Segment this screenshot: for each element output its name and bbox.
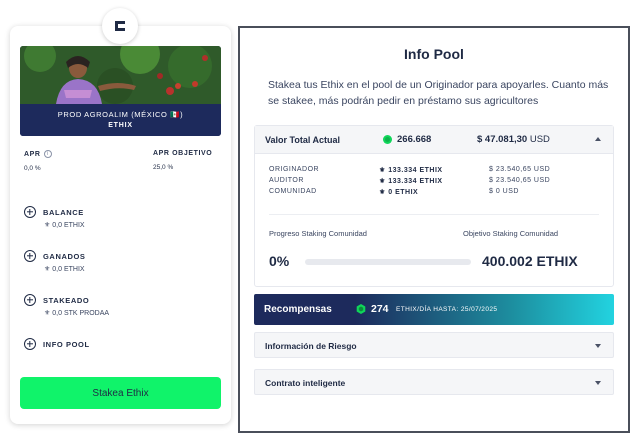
breakdown-ethix: 133.334 ETHIX [388, 167, 443, 174]
apr-section: APR i 0,0 % APR OBJETIVO 25,0 % [24, 150, 218, 172]
breakdown-role: ORIGINADOR [269, 166, 320, 173]
risk-info-accordion[interactable]: Información de Riesgo [254, 332, 614, 358]
balance-stat[interactable]: BALANCE ⚜ 0,0 ETHIX [24, 206, 214, 229]
apr-label: APR [24, 150, 41, 158]
originator-banner[interactable]: PROD AGROALIM (MÉXICO 🇲🇽) ETHIX [20, 46, 221, 136]
chevron-down-icon[interactable] [595, 381, 601, 385]
ethix-coin-icon: ⚜ [44, 310, 51, 317]
chevron-up-icon[interactable] [595, 137, 601, 141]
breakdown-ethix: 133.334 ETHIX [388, 178, 443, 185]
breakdown-usd: $ 23.540,65 USD [489, 177, 551, 184]
breakdown-usd: $ 0 USD [489, 188, 519, 195]
info-pool-panel: Info Pool Stakea tus Ethix en el pool de… [238, 26, 630, 433]
rewards-unit: ETHIX/DÍA HASTA: 25/07/2025 [396, 306, 498, 313]
ethix-coin-icon: ⚜ [379, 189, 389, 196]
info-icon[interactable]: i [43, 150, 52, 158]
balance-value: 0,0 ETHIX [52, 222, 85, 229]
staked-label: STAKEADO [43, 295, 90, 305]
plus-circle-icon[interactable] [24, 206, 36, 218]
breakdown-role: COMUNIDAD [269, 188, 317, 195]
apr-target-column: APR OBJETIVO 25,0 % [153, 150, 212, 171]
target-label: Objetivo Staking Comunidad [463, 229, 559, 238]
ethix-coin-icon: ⚜ [44, 222, 51, 229]
tvl-label: Valor Total Actual [265, 135, 341, 145]
originator-band: PROD AGROALIM (MÉXICO 🇲🇽) ETHIX [20, 104, 221, 136]
tvl-usd-value: $ 47.081,30 [477, 134, 528, 145]
earned-label: GANADOS [43, 251, 86, 261]
staked-value: 0,0 STK PRODAA [52, 310, 110, 317]
ethix-coin-icon [356, 304, 366, 314]
tvl-section: Valor Total Actual 266.668 $ 47.081,30 U… [254, 125, 614, 287]
staked-stat[interactable]: STAKEADO ⚜ 0,0 STK PRODAA [24, 294, 214, 317]
smart-contract-accordion[interactable]: Contrato inteligente [254, 369, 614, 395]
ethix-logo-icon [102, 8, 138, 44]
earned-value: 0,0 ETHIX [52, 266, 85, 273]
breakdown-ethix: 0 ETHIX [388, 189, 419, 196]
apr-target-label: APR OBJETIVO [153, 150, 213, 157]
plus-circle-icon[interactable] [24, 250, 36, 262]
apr-target-value: 25,0 % [153, 164, 174, 171]
tvl-ethix-value: 266.668 [397, 134, 432, 145]
originator-name: PROD AGROALIM (MÉXICO 🇲🇽) [57, 110, 184, 119]
chevron-down-icon[interactable] [595, 344, 601, 348]
ethix-coin-icon [383, 135, 392, 144]
breakdown-row: AUDITOR ⚜ 133.334 ETHIX $ 23.540,65 USD [269, 177, 599, 188]
stake-button[interactable]: Stakea Ethix [20, 377, 221, 409]
rewards-bar: Recompensas 274 ETHIX/DÍA HASTA: 25/07/2… [254, 294, 614, 325]
breakdown-row: ORIGINADOR ⚜ 133.334 ETHIX $ 23.540,65 U… [269, 166, 599, 177]
divider [269, 214, 599, 215]
risk-info-label: Información de Riesgo [265, 341, 357, 351]
breakdown-row: COMUNIDAD ⚜ 0 ETHIX $ 0 USD [269, 188, 599, 199]
plus-circle-icon[interactable] [24, 338, 36, 350]
target-value: 400.002 ETHIX [482, 253, 578, 269]
info-pool-label: INFO POOL [43, 339, 90, 349]
panel-title: Info Pool [404, 46, 464, 62]
ethix-coin-icon: ⚜ [379, 167, 389, 174]
ethix-coin-icon: ⚜ [379, 178, 389, 185]
breakdown-role: AUDITOR [269, 177, 304, 184]
rewards-label: Recompensas [264, 304, 332, 315]
panel-description: Stakea tus Ethix en el pool de un Origin… [268, 79, 609, 107]
breakdown-usd: $ 23.540,65 USD [489, 166, 551, 173]
earned-stat[interactable]: GANADOS ⚜ 0,0 ETHIX [24, 250, 214, 273]
tvl-usd-unit: USD [529, 134, 550, 145]
rewards-value: 274 [371, 303, 389, 315]
ethix-coin-icon: ⚜ [44, 266, 51, 273]
farmer-photo [20, 46, 221, 104]
info-pool-toggle[interactable]: INFO POOL [24, 338, 214, 350]
progress-percent: 0% [269, 253, 290, 269]
progress-bar [305, 259, 471, 265]
originator-token: ETHIX [108, 122, 133, 129]
progress-label: Progreso Staking Comunidad [269, 229, 367, 238]
plus-circle-icon[interactable] [24, 294, 36, 306]
balance-label: BALANCE [43, 207, 84, 217]
tvl-header[interactable]: Valor Total Actual 266.668 $ 47.081,30 U… [255, 126, 613, 154]
smart-contract-label: Contrato inteligente [265, 378, 346, 388]
